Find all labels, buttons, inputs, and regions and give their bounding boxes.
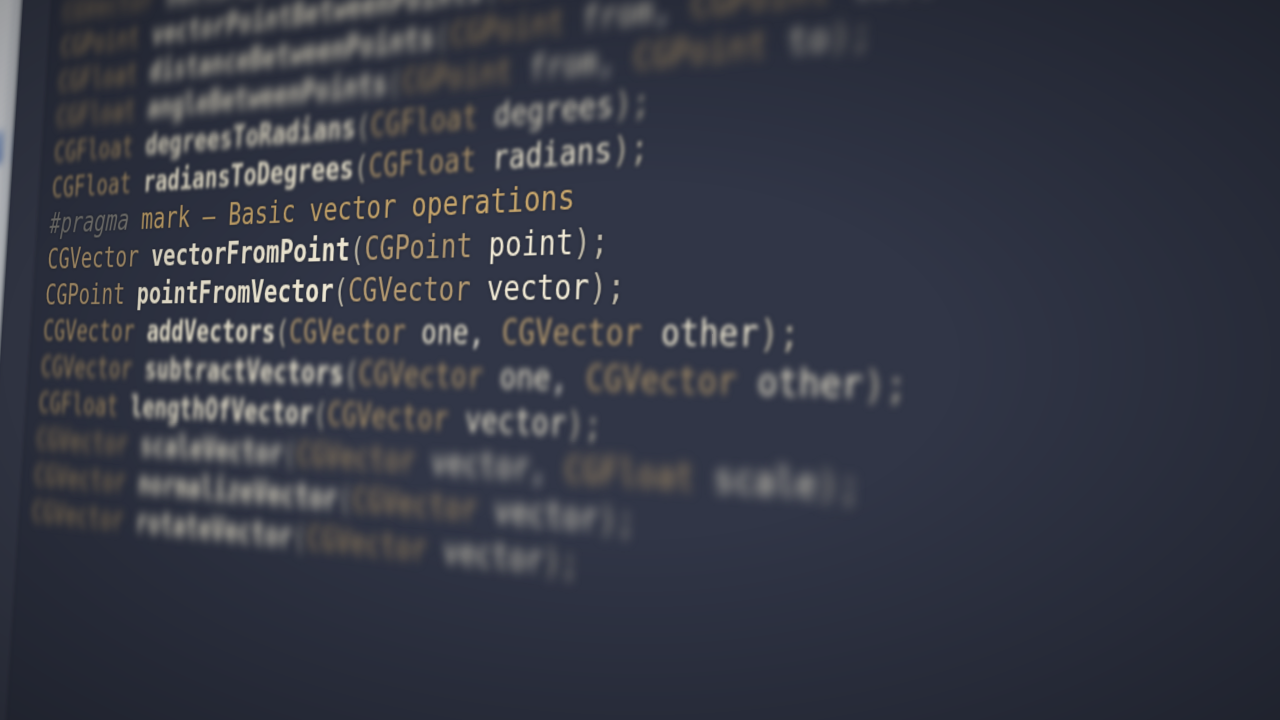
ide-window: ... #pragma mark – TrigonometryCGVector … [0, 0, 1280, 720]
code-editor[interactable]: #pragma mark – TrigonometryCGVector vect… [0, 0, 1280, 720]
code-area: #pragma mark – TrigonometryCGVector vect… [31, 0, 1013, 633]
photo-stage: ... #pragma mark – TrigonometryCGVector … [0, 0, 1280, 720]
